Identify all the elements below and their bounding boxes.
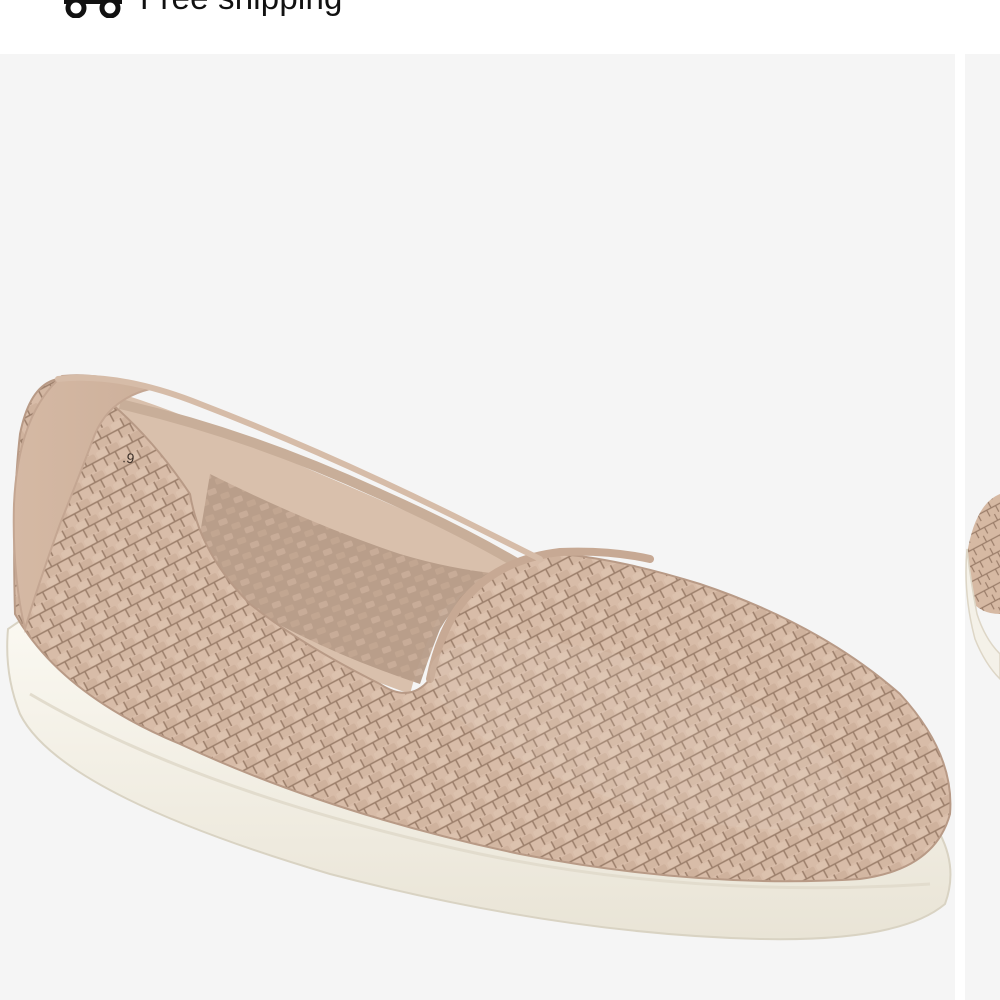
product-image-main[interactable]: .9 <box>0 54 955 1000</box>
shoe-image-next <box>965 494 1000 681</box>
product-image-gallery[interactable]: .9 <box>0 54 1000 1000</box>
shipping-badge: Free shipping <box>62 0 343 18</box>
shoe-image: .9 <box>6 374 952 941</box>
svg-text:.9: .9 <box>122 449 136 466</box>
shipping-label: Free shipping <box>140 0 343 18</box>
product-image-next[interactable] <box>965 54 1000 1000</box>
truck-icon <box>62 0 128 18</box>
